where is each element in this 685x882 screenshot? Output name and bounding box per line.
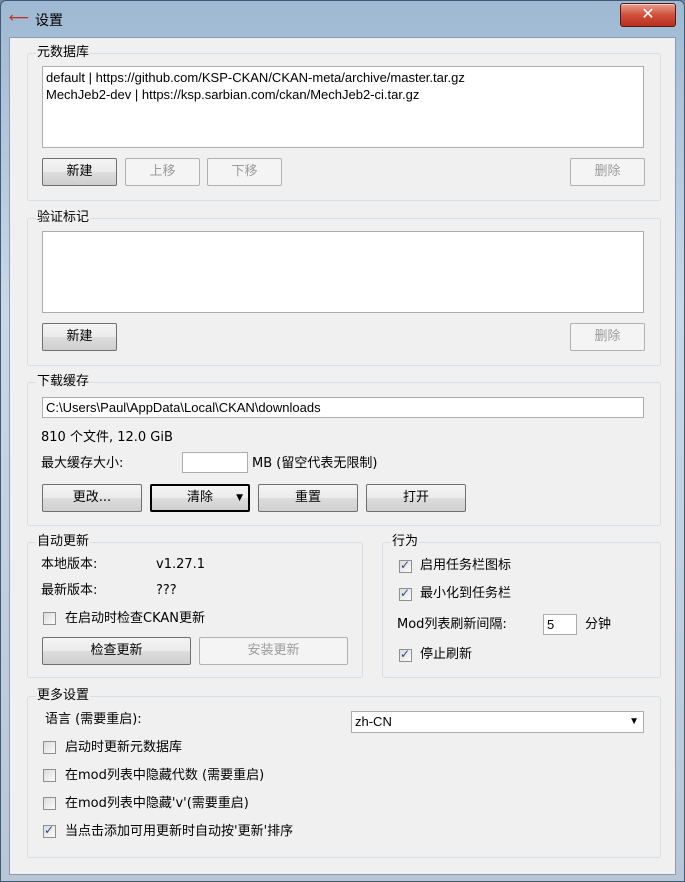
refresh-interval-label: Mod列表刷新间隔: <box>397 617 507 632</box>
move-up-button[interactable]: 上移 <box>125 158 200 186</box>
local-version-label: 本地版本: <box>41 557 98 572</box>
check-on-launch-checkbox[interactable] <box>43 612 56 625</box>
chevron-down-icon: ▼ <box>629 716 639 727</box>
open-cache-button[interactable]: 打开 <box>366 484 466 512</box>
close-button[interactable]: ✕ <box>620 3 676 27</box>
hide-v-label[interactable]: 在mod列表中隐藏'v'(需要重启) <box>65 795 249 812</box>
list-item[interactable]: default | https://github.com/KSP-CKAN/CK… <box>46 69 640 86</box>
max-cache-size-input[interactable] <box>182 452 248 473</box>
title-bar[interactable]: ⟵ 设置 ✕ <box>1 1 684 37</box>
latest-version-value: ??? <box>156 583 177 598</box>
auto-sort-checkbox[interactable] <box>43 823 56 838</box>
new-repo-button[interactable]: 新建 <box>42 158 117 186</box>
refresh-interval-unit: 分钟 <box>585 617 612 632</box>
minimize-to-tray-label[interactable]: 最小化到任务栏 <box>420 585 511 602</box>
close-icon: ✕ <box>641 4 655 23</box>
tray-icon-label[interactable]: 启用任务栏图标 <box>420 557 511 574</box>
max-cache-size-unit: MB (留空代表无限制) <box>252 456 378 471</box>
refresh-on-start-checkbox[interactable] <box>43 741 56 754</box>
auto-sort-label[interactable]: 当点击添加可用更新时自动按'更新'排序 <box>65 823 293 840</box>
local-version-value: v1.27.1 <box>156 557 206 572</box>
app-icon: ⟵ <box>9 10 30 26</box>
reset-cache-button[interactable]: 重置 <box>258 484 358 512</box>
hide-v-checkbox[interactable] <box>43 797 56 810</box>
window-title: 设置 <box>35 13 63 29</box>
hide-epochs-label[interactable]: 在mod列表中隐藏代数 (需要重启) <box>65 767 264 784</box>
auto-update-title: 自动更新 <box>36 534 91 550</box>
cache-summary: 810 个文件, 12.0 GiB <box>41 430 173 445</box>
install-update-button[interactable]: 安装更新 <box>199 637 348 665</box>
hide-epochs-checkbox[interactable] <box>43 769 56 782</box>
language-value: zh-CN <box>355 714 392 729</box>
metadata-repos-list[interactable]: default | https://github.com/KSP-CKAN/CK… <box>42 66 644 148</box>
language-label: 语言 (需要重启): <box>45 712 142 727</box>
clear-cache-label: 清除 <box>186 490 213 505</box>
settings-client-area: 元数据库 default | https://github.com/KSP-CK… <box>9 37 676 875</box>
download-cache-title: 下载缓存 <box>36 374 91 390</box>
auth-tokens-list[interactable] <box>42 231 644 313</box>
latest-version-label: 最新版本: <box>41 583 98 598</box>
pause-refresh-checkbox[interactable] <box>399 647 412 662</box>
auth-tokens-title: 验证标记 <box>36 210 91 226</box>
settings-window: ⟵ 设置 ✕ 元数据库 default | https://github.com… <box>0 0 685 882</box>
check-on-launch-label[interactable]: 在启动时检查CKAN更新 <box>65 610 205 627</box>
clear-cache-dropdown-button[interactable]: 清除 ▼ <box>150 484 250 512</box>
pause-refresh-label[interactable]: 停止刷新 <box>420 646 472 663</box>
new-token-button[interactable]: 新建 <box>42 323 117 351</box>
refresh-on-start-label[interactable]: 启动时更新元数据库 <box>65 739 182 756</box>
change-cache-button[interactable]: 更改... <box>42 484 142 512</box>
max-cache-size-label: 最大缓存大小: <box>41 456 124 471</box>
dropdown-arrow-icon: ▼ <box>236 493 243 503</box>
metadata-repos-title: 元数据库 <box>36 45 91 61</box>
cache-path-field[interactable]: C:\Users\Paul\AppData\Local\CKAN\downloa… <box>42 397 644 418</box>
language-select[interactable]: zh-CN ▼ <box>351 711 644 733</box>
list-item[interactable]: MechJeb2-dev | https://ksp.sarbian.com/c… <box>46 86 640 103</box>
minimize-to-tray-checkbox[interactable] <box>399 586 412 601</box>
tray-icon-checkbox[interactable] <box>399 558 412 573</box>
move-down-button[interactable]: 下移 <box>207 158 282 186</box>
refresh-interval-input[interactable]: 5 <box>543 614 577 635</box>
check-update-button[interactable]: 检查更新 <box>42 637 191 665</box>
delete-repo-button[interactable]: 删除 <box>570 158 645 186</box>
behavior-title: 行为 <box>391 534 420 550</box>
more-settings-title: 更多设置 <box>36 688 91 704</box>
delete-token-button[interactable]: 删除 <box>570 323 645 351</box>
